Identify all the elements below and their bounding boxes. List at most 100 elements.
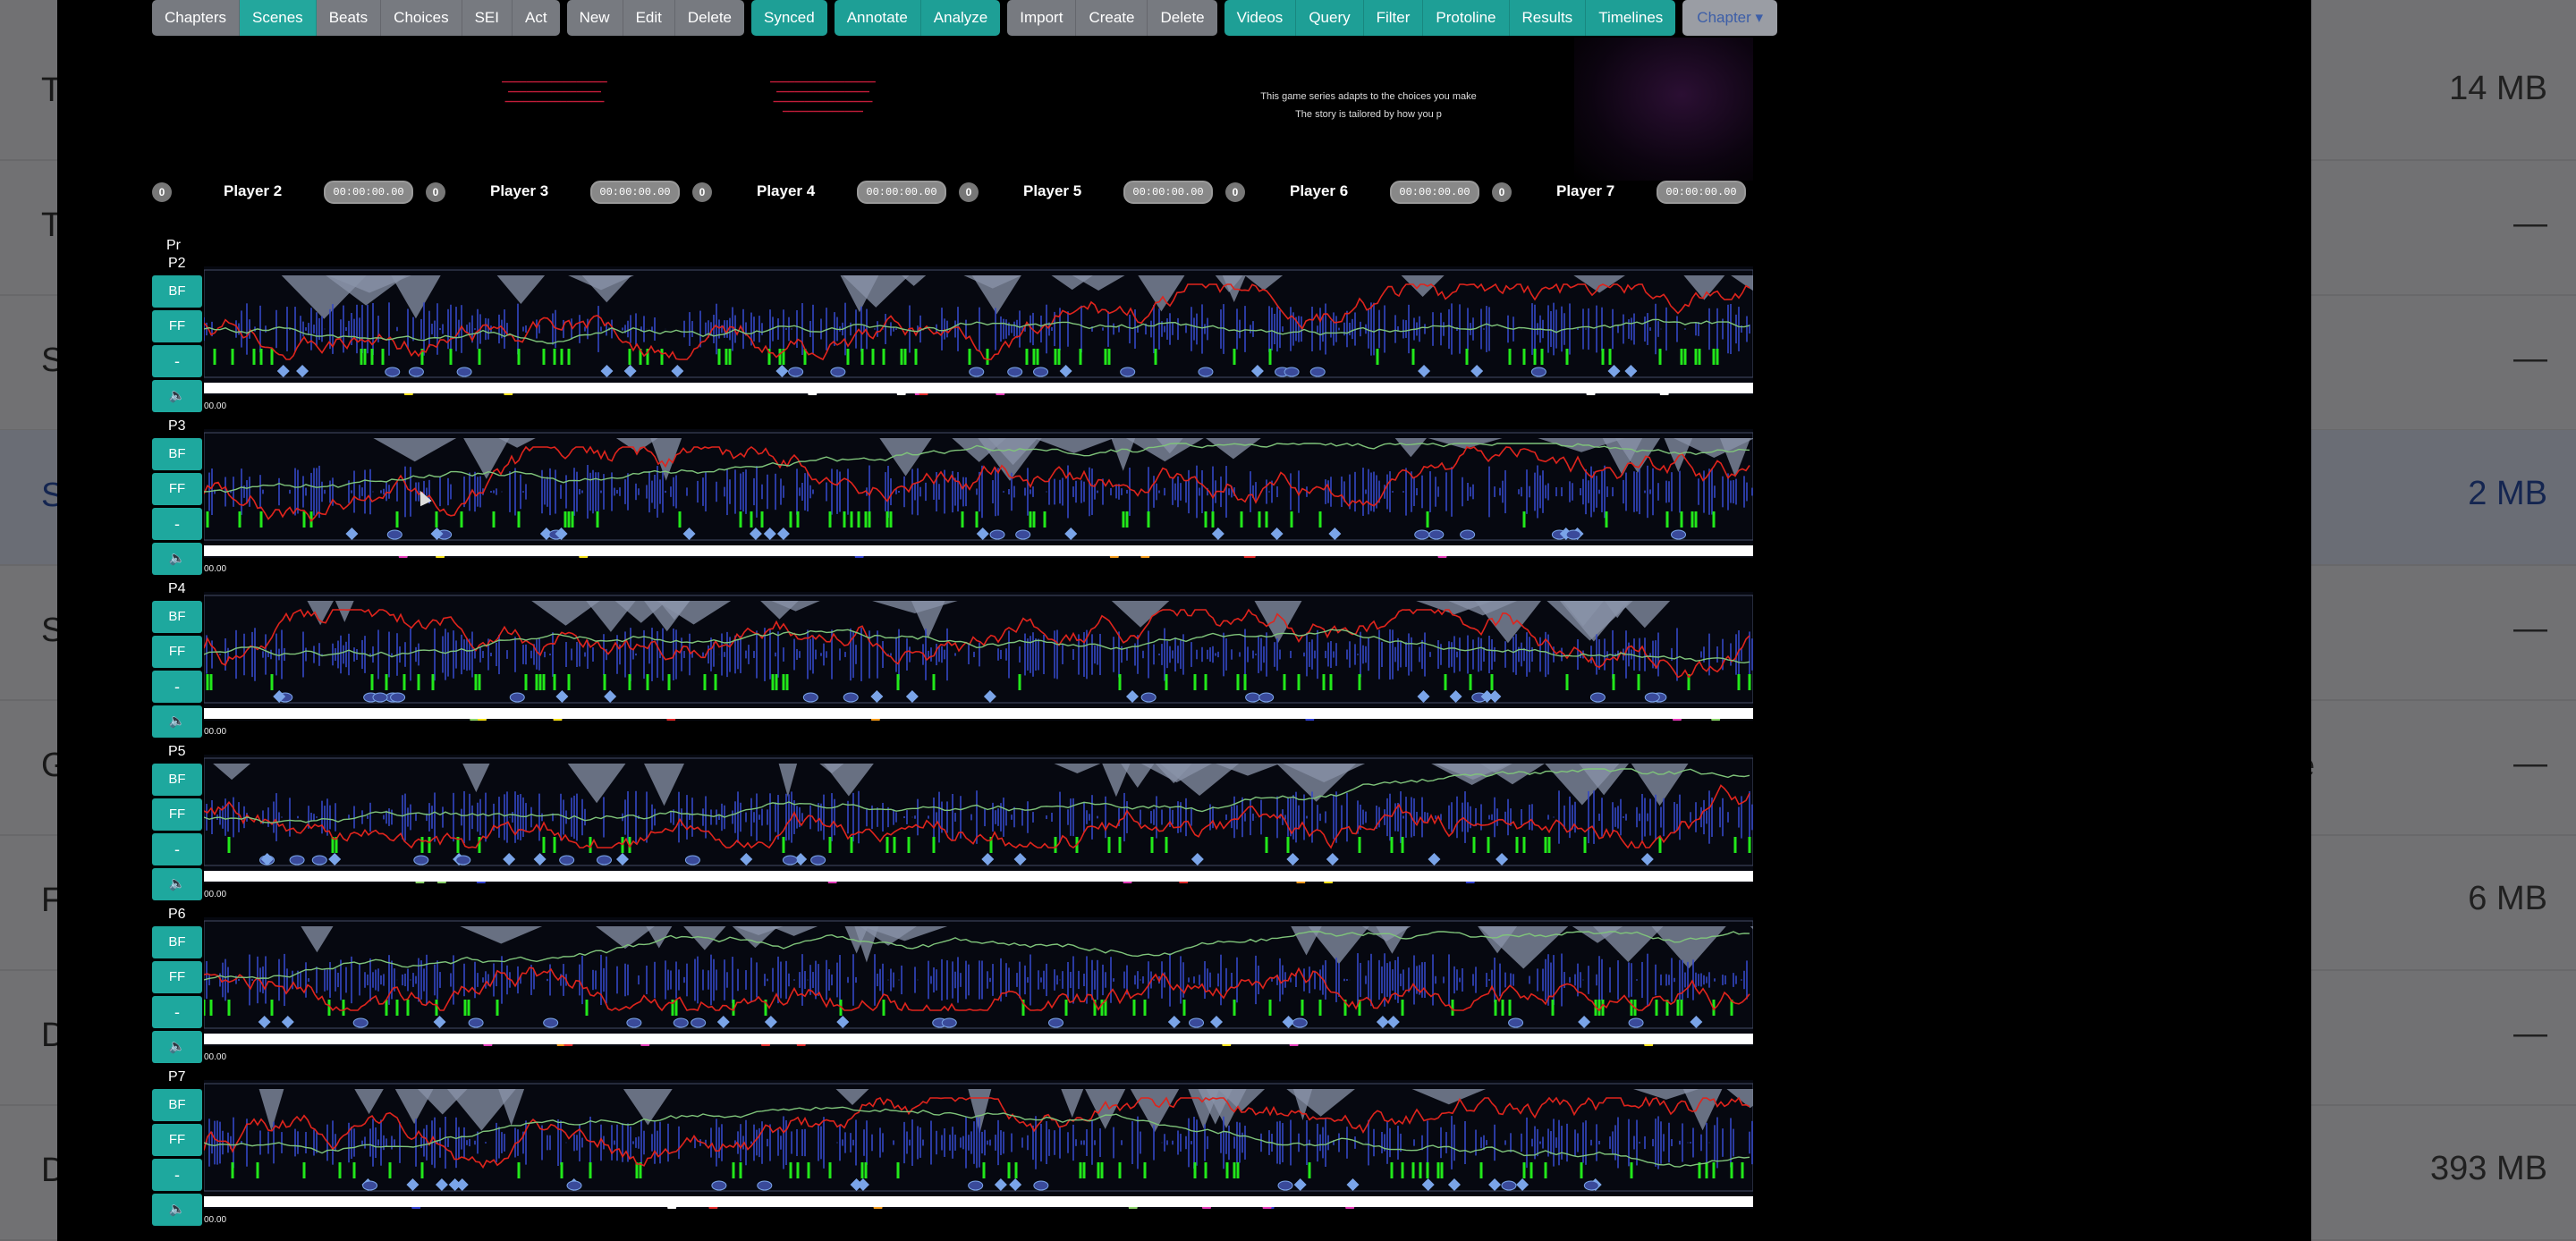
chapters-button[interactable]: Chapters bbox=[152, 0, 240, 36]
mute-icon[interactable]: 🔈 bbox=[152, 1031, 202, 1063]
annotation-marker bbox=[905, 690, 919, 703]
annotation-marker bbox=[1064, 528, 1078, 540]
choices-button[interactable]: Choices bbox=[381, 0, 462, 36]
act-button[interactable]: Act bbox=[513, 0, 560, 36]
import-button[interactable]: Import bbox=[1007, 0, 1077, 36]
annotation-marker bbox=[1033, 1180, 1049, 1191]
analyze-button[interactable]: Analyze bbox=[920, 0, 1001, 36]
gray-fill-shape bbox=[1138, 275, 1185, 312]
collapse-button[interactable]: - bbox=[152, 345, 202, 377]
annotate-button[interactable]: Annotate bbox=[834, 0, 921, 36]
bf-button[interactable]: BF bbox=[152, 275, 202, 308]
annotation-marker bbox=[1640, 853, 1654, 865]
annotation-marker bbox=[1209, 1016, 1223, 1028]
collapse-button[interactable]: - bbox=[152, 833, 202, 865]
annotation-marker bbox=[1198, 367, 1214, 377]
signal-graph[interactable] bbox=[204, 592, 1753, 721]
create-button[interactable]: Create bbox=[1076, 0, 1148, 36]
mute-icon[interactable]: 🔈 bbox=[152, 380, 202, 412]
edit-button[interactable]: Edit bbox=[623, 0, 675, 36]
mute-icon[interactable]: 🔈 bbox=[152, 868, 202, 900]
bf-button[interactable]: BF bbox=[152, 1089, 202, 1121]
row-label: P6 bbox=[168, 907, 186, 922]
query-button[interactable]: Query bbox=[1296, 0, 1364, 36]
scrub-bar[interactable] bbox=[204, 545, 1753, 556]
gray-fill-shape bbox=[373, 438, 457, 462]
results-button[interactable]: Results bbox=[1509, 0, 1587, 36]
annotation-marker bbox=[1447, 1178, 1461, 1191]
signal-graph[interactable] bbox=[204, 1080, 1753, 1209]
annotation-marker bbox=[1328, 528, 1342, 540]
bf-button[interactable]: BF bbox=[152, 926, 202, 958]
annotation-marker bbox=[1501, 1180, 1517, 1191]
scrub-bar[interactable] bbox=[204, 1034, 1753, 1044]
preview-blurb-1: ▁▁▁▁▁▁▁▁▁▁▁▁▁▁▁▁▁ ▁▁▁▁▁▁▁▁▁▁▁▁▁▁▁ ▁▁▁▁▁▁▁▁… bbox=[502, 73, 607, 102]
collapse-button[interactable]: - bbox=[152, 671, 202, 703]
annotation-marker bbox=[994, 1178, 1007, 1191]
scrub-bar[interactable] bbox=[204, 708, 1753, 719]
ff-button[interactable]: FF bbox=[152, 1124, 202, 1156]
synced-button[interactable]: Synced bbox=[751, 0, 827, 36]
filter-button[interactable]: Filter bbox=[1363, 0, 1424, 36]
gray-fill-shape bbox=[778, 764, 798, 798]
annotation-marker bbox=[981, 853, 995, 865]
new-button[interactable]: New bbox=[566, 0, 623, 36]
delete-button[interactable]: Delete bbox=[674, 0, 745, 36]
ff-button[interactable]: FF bbox=[152, 473, 202, 505]
signal-graph[interactable] bbox=[204, 917, 1753, 1046]
scrub-bar[interactable] bbox=[204, 871, 1753, 882]
collapse-button[interactable]: - bbox=[152, 1159, 202, 1191]
annotation-marker bbox=[1167, 1016, 1181, 1028]
chapter-dropdown-button[interactable]: Chapter ▾ bbox=[1682, 0, 1778, 36]
annotation-marker bbox=[1470, 365, 1484, 377]
annotation-marker bbox=[604, 690, 617, 703]
signal-graph[interactable] bbox=[204, 429, 1753, 558]
bf-button[interactable]: BF bbox=[152, 764, 202, 796]
collapse-button[interactable]: - bbox=[152, 508, 202, 540]
ff-button[interactable]: FF bbox=[152, 961, 202, 993]
collapse-button[interactable]: - bbox=[152, 996, 202, 1028]
row-timecode: 00.00 bbox=[204, 890, 227, 899]
annotation-marker bbox=[1624, 365, 1638, 377]
bf-button[interactable]: BF bbox=[152, 601, 202, 633]
scenes-button[interactable]: Scenes bbox=[239, 0, 317, 36]
player-name: Player 3 bbox=[490, 182, 549, 199]
annotation-marker bbox=[1583, 1180, 1599, 1191]
annotation-marker bbox=[1293, 1178, 1307, 1191]
mute-icon[interactable]: 🔈 bbox=[152, 705, 202, 738]
gray-fill-shape bbox=[978, 438, 1042, 481]
ff-button[interactable]: FF bbox=[152, 636, 202, 668]
delete-2-button[interactable]: Delete bbox=[1148, 0, 1217, 36]
scrub-bar[interactable] bbox=[204, 383, 1753, 393]
videos-button[interactable]: Videos bbox=[1224, 0, 1297, 36]
annotation-marker bbox=[1191, 853, 1204, 865]
annotation-marker bbox=[1126, 690, 1140, 703]
button-group: Videos Query Filter Protoline Results Timelin… bbox=[1224, 0, 1676, 36]
timelines-button[interactable]: Timelines bbox=[1586, 0, 1676, 36]
protoline-button[interactable]: Protoline bbox=[1423, 0, 1510, 36]
timeline-row: P4 BF FF - 🔈 00.00 bbox=[152, 581, 1753, 744]
scrub-bar[interactable] bbox=[204, 1196, 1753, 1207]
annotation-marker bbox=[788, 367, 804, 377]
annotation-marker bbox=[843, 692, 859, 703]
annotation-marker bbox=[810, 855, 826, 865]
pr-label: Pr bbox=[166, 238, 181, 253]
row-label: P7 bbox=[168, 1069, 186, 1085]
gray-fill-shape bbox=[769, 926, 818, 936]
signal-graph[interactable] bbox=[204, 266, 1753, 395]
sei-button[interactable]: SEI bbox=[462, 0, 513, 36]
annotation-marker bbox=[1421, 1178, 1435, 1191]
mute-icon[interactable]: 🔈 bbox=[152, 543, 202, 575]
bf-button[interactable]: BF bbox=[152, 438, 202, 470]
signal-graph[interactable] bbox=[204, 755, 1753, 883]
annotation-marker bbox=[328, 853, 342, 865]
gray-fill-shape bbox=[760, 601, 799, 620]
green-signal-line bbox=[204, 318, 1750, 344]
annotation-marker bbox=[1578, 1016, 1591, 1028]
ff-button[interactable]: FF bbox=[152, 310, 202, 342]
beats-button[interactable]: Beats bbox=[316, 0, 382, 36]
mute-icon[interactable]: 🔈 bbox=[152, 1194, 202, 1226]
annotation-marker bbox=[311, 855, 327, 865]
annotation-marker bbox=[1326, 853, 1339, 865]
ff-button[interactable]: FF bbox=[152, 798, 202, 831]
